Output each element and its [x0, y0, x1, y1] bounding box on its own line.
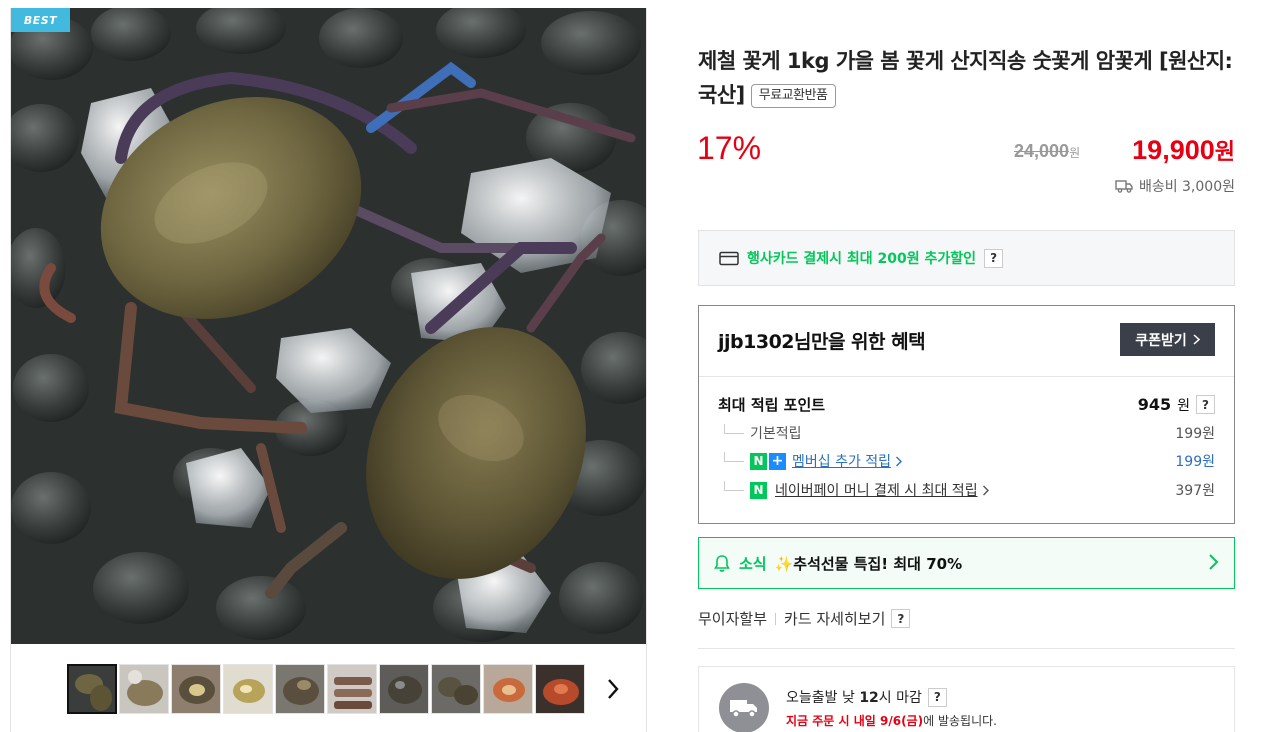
- divider: [699, 376, 1234, 377]
- thumbnail[interactable]: [431, 664, 481, 714]
- points-row-membership[interactable]: N + 멤버십 추가 적립 199원: [718, 451, 1215, 471]
- news-label: 소식: [739, 554, 767, 573]
- thumbnail[interactable]: [67, 664, 117, 714]
- delivery-info-box: 오늘출발 낮 12시 마감 ? 지금 주문 시 내일 9/6(금)에 발송됩니다…: [698, 666, 1235, 732]
- points-row-npay[interactable]: N 네이버페이 머니 결제 시 최대 적립 397원: [718, 480, 1215, 500]
- delivery-eta-highlight: 지금 주문 시 내일 9/6(금): [786, 714, 924, 728]
- chevron-right-icon: [1193, 334, 1200, 345]
- divider: [698, 648, 1235, 649]
- bell-icon: [714, 554, 730, 572]
- next-thumbnail-button[interactable]: [600, 674, 626, 704]
- max-points-value: 945 원 ?: [1138, 395, 1215, 415]
- best-badge: BEST: [11, 8, 70, 32]
- points-row-value: 397원: [1175, 483, 1215, 499]
- truck-icon: [730, 700, 757, 718]
- product-title: 제철 꽃게 1kg 가을 봄 꽃게 산지직송 숫꽃게 암꽃게 [원산지:국산] 무…: [698, 44, 1235, 112]
- product-page: BEST 제철 꽃게 1kg 가을 봄 꽃게 산지직송 숫꽃게 암꽃게 [원산지…: [0, 0, 1262, 732]
- chevron-right-icon: [608, 679, 619, 699]
- points-row-value: 199원: [1175, 426, 1215, 442]
- thumbnail[interactable]: [535, 664, 585, 714]
- sale-price-value: 19,900: [1132, 135, 1215, 165]
- discount-rate: 17%: [697, 130, 762, 166]
- get-coupon-label: 쿠폰받기: [1135, 332, 1187, 349]
- delivery-deadline: 오늘출발 낮 12시 마감 ?: [786, 687, 947, 707]
- naver-n-icon: N: [750, 452, 767, 470]
- card-help-icon[interactable]: ?: [891, 609, 911, 628]
- member-benefit-box: jjb1302님만을 위한 혜택 쿠폰받기 최대 적립 포인트 945 원 ? 기…: [698, 305, 1235, 524]
- shipping-fee-text: 배송비 3,000원: [1138, 179, 1235, 195]
- delivery-eta: 지금 주문 시 내일 9/6(금)에 발송됩니다.: [786, 712, 997, 729]
- sale-price-unit: 원: [1214, 139, 1235, 164]
- thumbnail[interactable]: [119, 664, 169, 714]
- points-help-icon[interactable]: ?: [1196, 395, 1215, 414]
- delivery-truck-icon: [719, 683, 769, 732]
- thumbnail-strip: [67, 664, 585, 714]
- tree-branch: [724, 452, 744, 462]
- original-price-value: 24,000: [1014, 141, 1070, 161]
- plus-icon: +: [769, 452, 786, 470]
- points-row-value: 199원: [1175, 454, 1215, 470]
- thumbnail[interactable]: [483, 664, 533, 714]
- news-text: ✨추석선물 특집! 최대 70%: [774, 554, 963, 573]
- original-price-unit: 원: [1069, 146, 1081, 160]
- shipping-fee: 배송비 3,000원: [1115, 176, 1235, 196]
- delivery-help-icon[interactable]: ?: [927, 687, 947, 707]
- card-detail-link[interactable]: 카드 자세히보기: [784, 608, 885, 629]
- chevron-right-icon: [982, 485, 989, 495]
- get-coupon-button[interactable]: 쿠폰받기: [1120, 323, 1215, 356]
- thumbnail[interactable]: [327, 664, 377, 714]
- tree-branch: [724, 424, 744, 434]
- divider: [775, 612, 777, 625]
- points-row-basic: 기본적립 199원: [718, 423, 1215, 443]
- main-product-image[interactable]: [11, 8, 646, 644]
- thumbnail[interactable]: [223, 664, 273, 714]
- thumbnail[interactable]: [171, 664, 221, 714]
- points-row-label: 멤버십 추가 적립: [792, 454, 892, 470]
- chevron-right-icon: [1209, 554, 1219, 570]
- points-row-label: 네이버페이 머니 결제 시 최대 적립: [775, 483, 978, 499]
- max-points-number: 945: [1137, 395, 1172, 414]
- delivery-deadline-text: 오늘출발 낮 12시 마감: [786, 690, 922, 706]
- payment-links: 무이자할부 카드 자세히보기 ?: [698, 608, 911, 629]
- max-points-unit: 원: [1177, 397, 1190, 414]
- chevron-right-icon: [896, 456, 903, 466]
- points-row-label: 기본적립: [750, 426, 802, 442]
- card-promo-bar: 행사카드 결제시 최대 200원 추가할인 ?: [698, 230, 1235, 286]
- free-exchange-badge: 무료교환반품: [750, 84, 836, 108]
- benefit-title: jjb1302님만을 위한 혜택: [718, 331, 926, 353]
- news-banner[interactable]: 소식 ✨추석선물 특집! 최대 70%: [698, 537, 1235, 589]
- max-points-label: 최대 적립 포인트: [718, 396, 826, 414]
- installment-link[interactable]: 무이자할부: [698, 608, 767, 629]
- original-price: 24,000원: [1014, 141, 1080, 162]
- card-promo-help-icon[interactable]: ?: [984, 248, 1004, 268]
- delivery-eta-rest: 에 발송됩니다.: [923, 714, 997, 728]
- tree-branch: [724, 481, 744, 491]
- sale-price: 19,900원: [1132, 134, 1235, 166]
- thumbnail[interactable]: [379, 664, 429, 714]
- max-points-row: 최대 적립 포인트 945 원 ?: [718, 394, 1215, 415]
- naver-pay-icon: N: [750, 481, 767, 499]
- credit-card-icon: [719, 251, 739, 265]
- thumbnail[interactable]: [275, 664, 325, 714]
- truck-icon: [1115, 180, 1133, 193]
- card-promo-text: 행사카드 결제시 최대 200원 추가할인: [747, 251, 977, 267]
